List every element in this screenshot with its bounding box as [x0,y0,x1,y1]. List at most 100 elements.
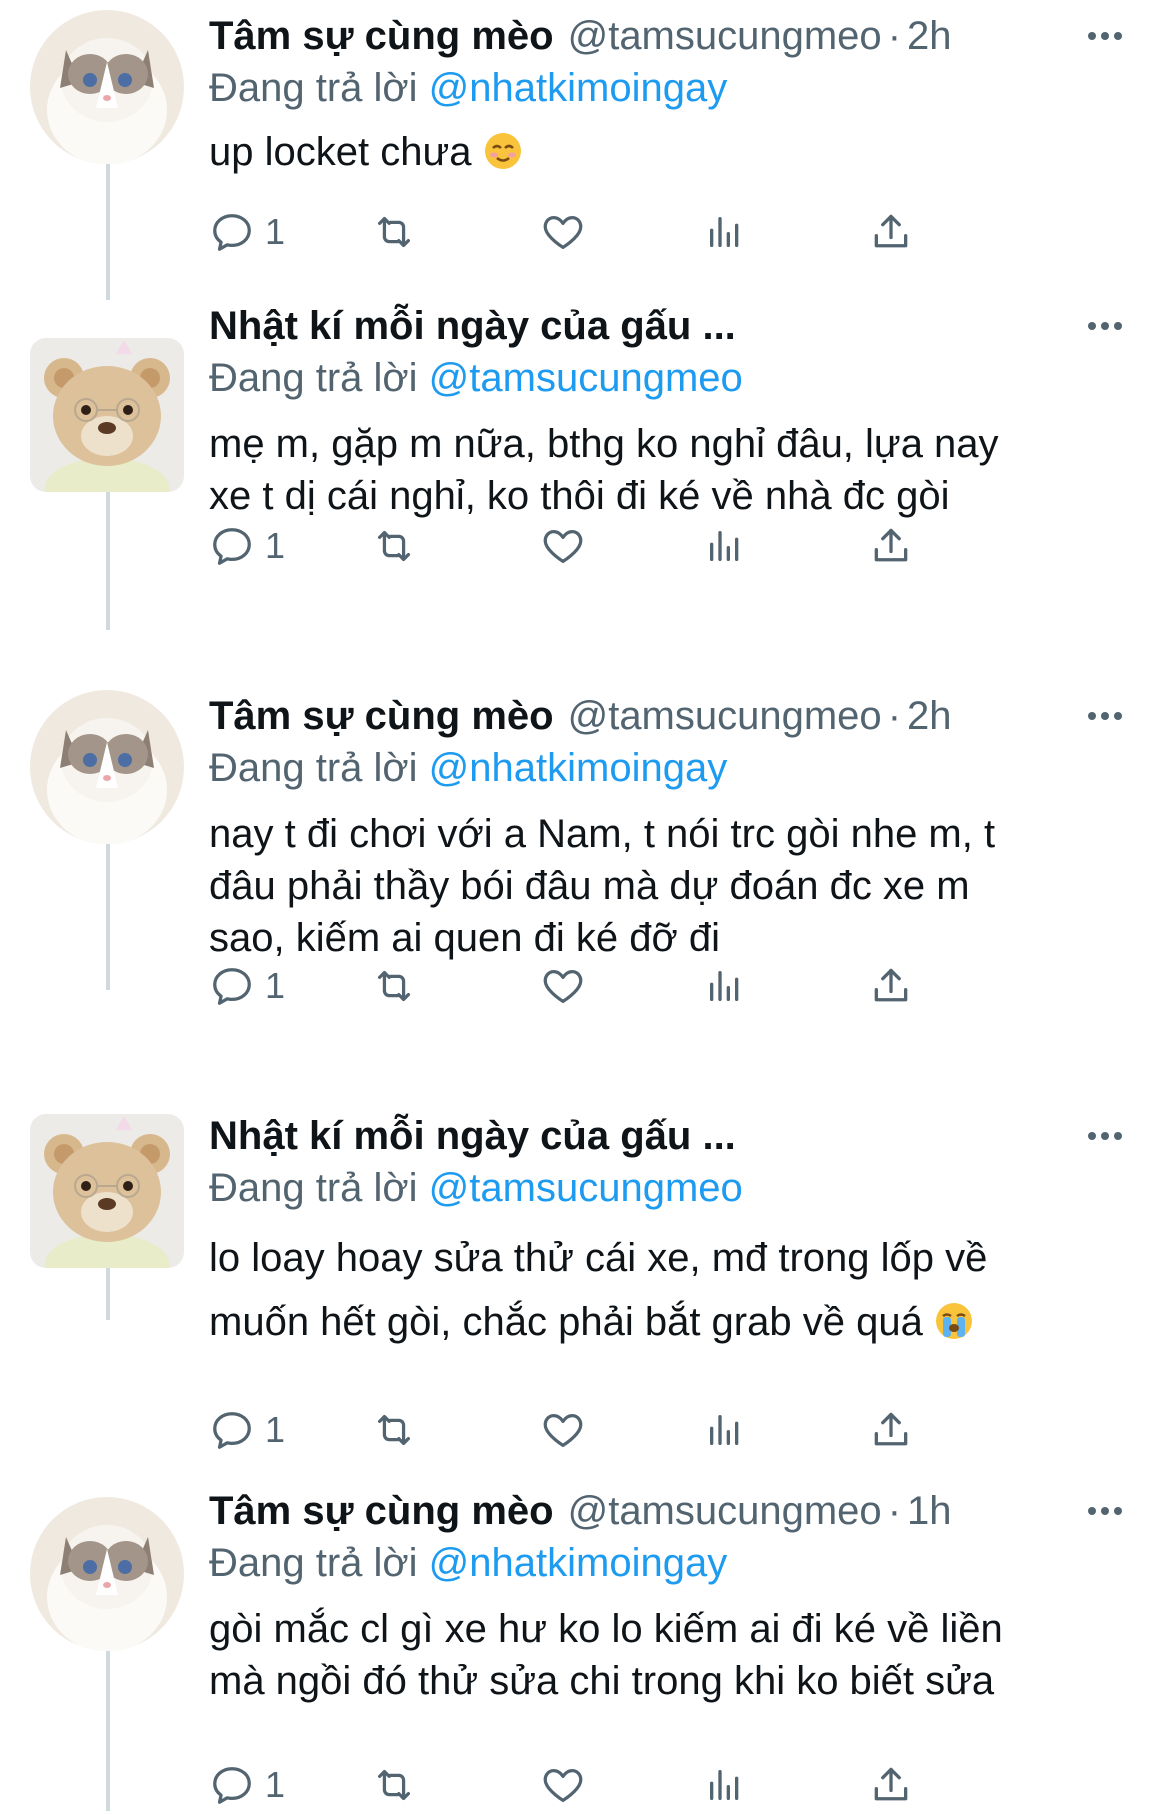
more-options-button[interactable] [1080,694,1130,738]
heart-icon [543,1413,583,1447]
analytics-bars-icon [710,531,739,561]
tweet-time[interactable]: 1h [907,1489,952,1533]
tweet-header: Tâm sự cùng mèo @tamsucungmeo · 2h [209,10,1110,62]
replying-to-handle[interactable]: @nhatkimoingay [429,1541,728,1585]
tweet[interactable]: Tâm sự cùng mèo @tamsucungmeo · 1h Đang trả… [0,1475,1170,1811]
retweet-button[interactable] [369,202,419,262]
more-dots-icon [1088,322,1122,330]
tweet-header: Tâm sự cùng mèo @tamsucungmeo · 2h [209,690,1110,742]
views-button[interactable] [705,1400,745,1460]
replying-to-handle[interactable]: @nhatkimoingay [429,66,728,110]
tweet-time[interactable]: 2h [907,694,952,738]
tweet[interactable]: Nhật kí mỗi ngày của gấu ... Đang trả lờ… [0,290,1170,630]
reply-button[interactable]: 1 [209,956,285,1016]
tweet-text: gòi mắc cl gì xe hư ko lo kiếm ai đi ké … [209,1603,1120,1707]
author-handle[interactable]: @tamsucungmeo [568,1489,882,1533]
retweet-button[interactable] [369,1400,419,1460]
like-button[interactable] [539,202,587,262]
more-options-button[interactable] [1080,14,1130,58]
share-button[interactable] [869,1400,913,1460]
separator-dot: · [887,1489,902,1533]
retweet-button[interactable] [369,1755,419,1815]
more-dots-icon [1088,1132,1122,1140]
share-upload-icon [874,214,908,248]
share-button[interactable] [869,516,913,576]
cat-avatar-image [30,690,184,844]
views-button[interactable] [705,516,745,576]
tweet-time[interactable]: 2h [907,14,952,58]
heart-icon [543,1768,583,1802]
like-button[interactable] [539,1400,587,1460]
tweet[interactable]: Tâm sự cùng mèo @tamsucungmeo · 2h Đang trả… [0,680,1170,1060]
loudly-crying-emoji [934,1296,974,1339]
author-name[interactable]: Tâm sự cùng mèo [209,1489,554,1533]
reply-button[interactable]: 1 [209,1400,285,1460]
retweet-button[interactable] [369,516,419,576]
heart-icon [543,969,583,1003]
replying-to: Đang trả lời @nhatkimoingay [209,62,727,114]
tweet-header: Nhật kí mỗi ngày của gấu ... [209,1110,1110,1162]
replying-to-label: Đang trả lời [209,356,418,400]
author-name[interactable]: Nhật kí mỗi ngày của gấu [209,1114,691,1158]
tweet[interactable]: Tâm sự cùng mèo @tamsucungmeo · 2h Đang trả… [0,0,1170,300]
tweet-header: Tâm sự cùng mèo @tamsucungmeo · 1h [209,1485,1110,1537]
replying-to: Đang trả lời @nhatkimoingay [209,742,727,794]
retweet-icon [377,530,411,562]
more-options-button[interactable] [1080,1114,1130,1158]
more-dots-icon [1088,32,1122,40]
views-button[interactable] [705,1755,745,1815]
name-truncation: ... [702,304,736,348]
more-dots-icon [1088,1507,1122,1515]
tweet-text-line: đâu phải thầy bói đâu mà dự đoán đc xe m [209,864,970,908]
reply-button[interactable]: 1 [209,1755,285,1815]
tweet-actions: 1 [209,956,1029,1016]
avatar[interactable] [30,690,184,844]
separator-dot: · [887,14,902,58]
tweet-actions: 1 [209,516,1029,576]
reply-button[interactable]: 1 [209,516,285,576]
more-dots-icon [1088,712,1122,720]
analytics-bars-icon [710,1415,739,1445]
reply-button[interactable]: 1 [209,202,285,262]
tweet-text-line: lo loay hoay sửa thử cái xe, mđ trong lố… [209,1236,988,1280]
reply-count: 1 [265,525,286,566]
replying-to-label: Đang trả lời [209,1166,418,1210]
bear-avatar-image [30,1114,184,1268]
like-button[interactable] [539,956,587,1016]
tweet-text: lo loay hoay sửa thử cái xe, mđ trong lố… [209,1226,1120,1354]
replying-to-handle[interactable]: @tamsucungmeo [429,1166,743,1210]
reply-count: 1 [265,1409,286,1450]
replying-to-handle[interactable]: @nhatkimoingay [429,746,728,790]
avatar[interactable] [30,10,184,164]
replying-to-handle[interactable]: @tamsucungmeo [429,356,743,400]
replying-to: Đang trả lời @tamsucungmeo [209,1162,743,1214]
retweet-icon [377,1414,411,1446]
retweet-button[interactable] [369,956,419,1016]
name-truncation: ... [702,1114,736,1158]
more-options-button[interactable] [1080,1489,1130,1533]
tweet[interactable]: Nhật kí mỗi ngày của gấu ... Đang trả lờ… [0,1100,1170,1460]
replying-to: Đang trả lời @nhatkimoingay [209,1537,727,1589]
share-button[interactable] [869,956,913,1016]
views-button[interactable] [705,956,745,1016]
avatar[interactable] [30,1114,184,1268]
like-button[interactable] [539,1755,587,1815]
heart-icon [543,529,583,563]
avatar[interactable] [30,338,184,492]
author-name[interactable]: Tâm sự cùng mèo [209,694,554,738]
views-button[interactable] [705,202,745,262]
cat-avatar-image [30,1497,184,1651]
avatar[interactable] [30,1497,184,1651]
author-handle[interactable]: @tamsucungmeo [568,14,882,58]
reply-bubble-icon [213,214,251,251]
tweet-actions: 1 [209,1755,1029,1815]
more-options-button[interactable] [1080,304,1130,348]
author-name[interactable]: Tâm sự cùng mèo [209,14,554,58]
like-button[interactable] [539,516,587,576]
reply-count: 1 [265,1764,286,1805]
bear-avatar-image [30,338,184,492]
share-button[interactable] [869,202,913,262]
author-handle[interactable]: @tamsucungmeo [568,694,882,738]
share-button[interactable] [869,1755,913,1815]
author-name[interactable]: Nhật kí mỗi ngày của gấu [209,304,691,348]
